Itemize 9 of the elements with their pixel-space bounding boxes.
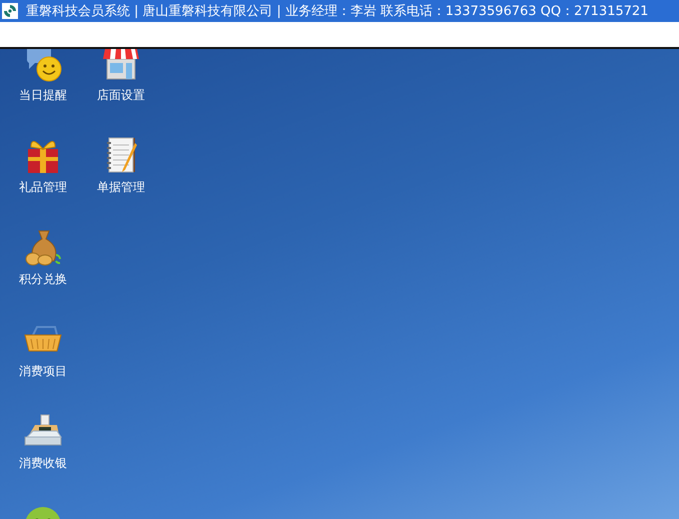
desktop-icon-label[interactable]: 积分兑换 xyxy=(19,271,67,287)
desktop-icon-label[interactable]: 消费收银 xyxy=(19,455,67,471)
desktop-icon-label[interactable]: 单据管理 xyxy=(97,179,145,195)
window-title: 重磐科技会员系统 | 唐山重磐科技有限公司 | 业务经理：李岩 联系电话：13373596763 QQ：271315721 xyxy=(26,3,648,20)
desktop-icon-label[interactable]: 店面设置 xyxy=(97,87,145,103)
desktop-icon-label[interactable]: 当日提醒 xyxy=(19,87,67,103)
desktop-icon-label[interactable]: 礼品管理 xyxy=(19,179,67,195)
desktop-icon-label[interactable]: 消费项目 xyxy=(19,363,67,379)
logo-icon xyxy=(2,3,18,19)
